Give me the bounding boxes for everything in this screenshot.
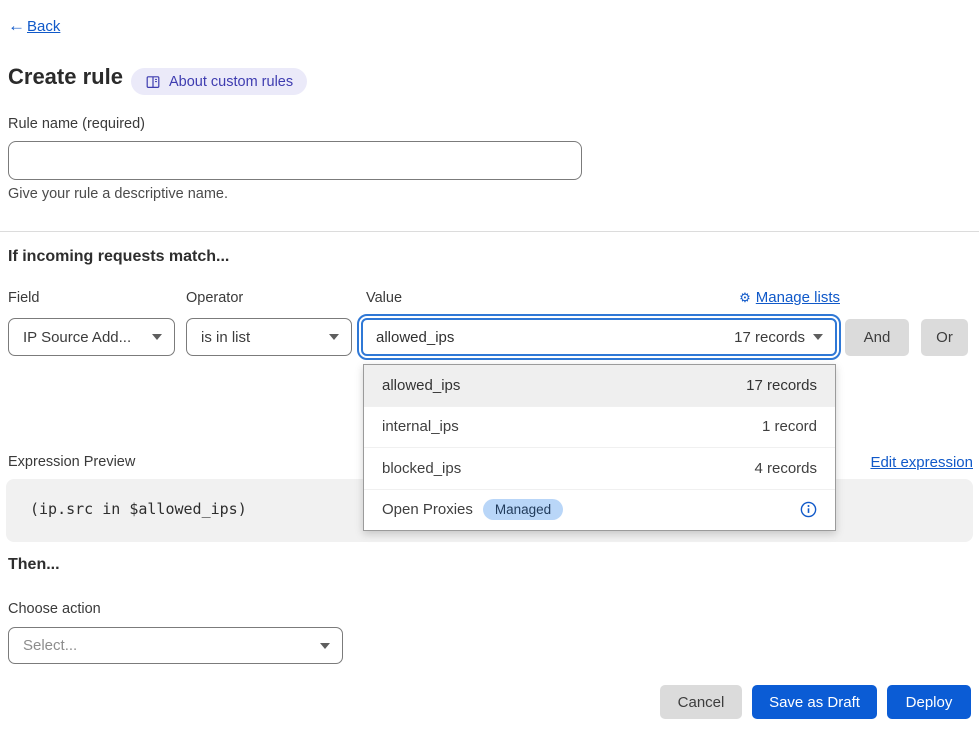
rule-name-help-text: Give your rule a descriptive name. xyxy=(8,186,228,202)
list-option-allowed-ips[interactable]: allowed_ips 17 records xyxy=(364,365,835,406)
about-custom-rules-link[interactable]: About custom rules xyxy=(131,68,307,95)
operator-label: Operator xyxy=(186,290,243,306)
manage-lists-label[interactable]: Manage lists xyxy=(756,289,840,306)
or-button[interactable]: Or xyxy=(921,319,968,356)
field-label: Field xyxy=(8,290,39,306)
then-section-heading: Then... xyxy=(8,556,60,574)
list-option-name: internal_ips xyxy=(382,418,459,435)
section-divider xyxy=(0,231,979,232)
operator-select[interactable]: is in list xyxy=(186,318,352,356)
value-selected-count: 17 records xyxy=(734,329,805,346)
deploy-button[interactable]: Deploy xyxy=(887,685,971,719)
field-select[interactable]: IP Source Add... xyxy=(8,318,175,356)
value-combobox[interactable]: allowed_ips 17 records xyxy=(357,314,841,360)
save-as-draft-button[interactable]: Save as Draft xyxy=(752,685,877,719)
chevron-down-icon xyxy=(813,334,823,340)
list-option-name: allowed_ips xyxy=(382,377,460,394)
field-select-value: IP Source Add... xyxy=(23,329,131,346)
create-rule-page: ← Back Create rule About custom rules Ru… xyxy=(0,0,979,739)
about-custom-rules-label: About custom rules xyxy=(169,74,293,90)
choose-action-label: Choose action xyxy=(8,601,101,617)
action-select-placeholder: Select... xyxy=(23,637,77,654)
rule-name-label: Rule name (required) xyxy=(8,116,145,132)
list-option-blocked-ips[interactable]: blocked_ips 4 records xyxy=(364,447,835,489)
list-dropdown-menu: allowed_ips 17 records internal_ips 1 re… xyxy=(363,364,836,531)
book-icon xyxy=(145,74,161,90)
edit-expression-link[interactable]: Edit expression xyxy=(870,454,973,471)
and-button[interactable]: And xyxy=(845,319,909,356)
chevron-down-icon xyxy=(329,334,339,340)
expression-code: (ip.src in $allowed_ips) xyxy=(30,500,247,518)
expression-preview-label: Expression Preview xyxy=(8,454,135,470)
chevron-down-icon xyxy=(152,334,162,340)
page-title: Create rule xyxy=(8,64,123,90)
list-option-name: blocked_ips xyxy=(382,460,461,477)
choose-action-select[interactable]: Select... xyxy=(8,627,343,664)
list-option-open-proxies[interactable]: Open Proxies Managed xyxy=(364,489,835,531)
cancel-button[interactable]: Cancel xyxy=(660,685,742,719)
back-link[interactable]: ← Back xyxy=(8,16,60,36)
list-option-internal-ips[interactable]: internal_ips 1 record xyxy=(364,406,835,448)
list-option-count: 4 records xyxy=(754,460,817,477)
info-icon[interactable] xyxy=(800,501,817,518)
list-option-count: 1 record xyxy=(762,418,817,435)
value-combobox-inner[interactable]: allowed_ips 17 records xyxy=(361,318,837,356)
value-label: Value xyxy=(366,290,402,306)
gear-icon: ⚙ xyxy=(739,290,751,306)
back-arrow-icon: ← xyxy=(8,16,25,36)
managed-badge: Managed xyxy=(483,499,563,520)
match-section-heading: If incoming requests match... xyxy=(8,248,229,266)
back-link-label[interactable]: Back xyxy=(27,18,60,35)
list-option-count: 17 records xyxy=(746,377,817,394)
rule-name-input[interactable] xyxy=(8,141,582,180)
chevron-down-icon xyxy=(320,643,330,649)
value-selected-name: allowed_ips xyxy=(376,329,454,346)
manage-lists-link[interactable]: ⚙ Manage lists xyxy=(739,289,840,306)
list-option-name: Open Proxies xyxy=(382,501,473,518)
operator-select-value: is in list xyxy=(201,329,250,346)
